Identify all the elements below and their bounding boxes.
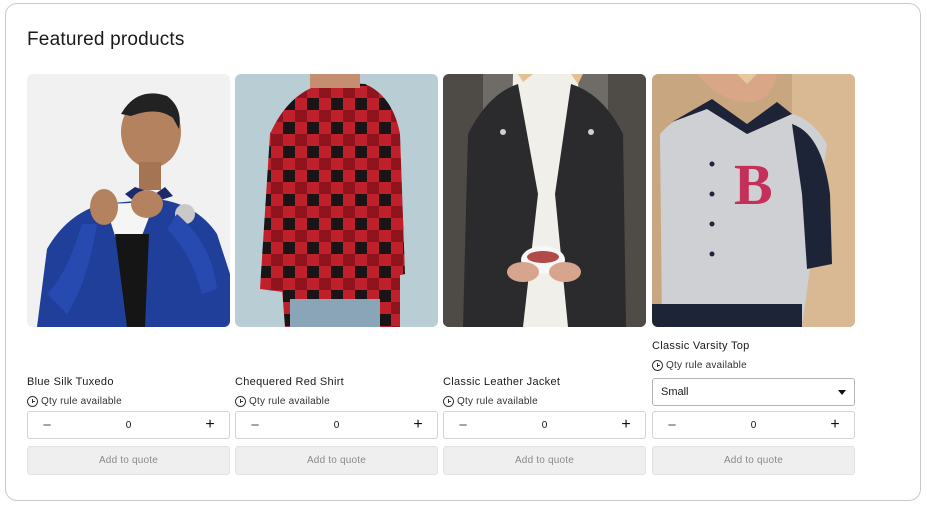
qty-rule-label: Qty rule available	[457, 395, 538, 407]
product-name[interactable]: Chequered Red Shirt	[235, 376, 438, 390]
qty-rule-indicator[interactable]: Qty rule available	[27, 395, 230, 407]
quantity-stepper: − 0 +	[443, 411, 646, 439]
svg-text:B: B	[734, 152, 773, 217]
increment-button[interactable]: +	[191, 412, 229, 438]
clock-icon	[235, 395, 246, 407]
variant-select[interactable]: Small	[652, 378, 855, 406]
increment-button[interactable]: +	[816, 412, 854, 438]
increment-button[interactable]: +	[399, 412, 437, 438]
quantity-stepper: − 0 +	[652, 411, 855, 439]
product-name[interactable]: Classic Varsity Top	[652, 340, 855, 354]
featured-products-panel: Featured products Blue Silk Tuxedo Qty r…	[5, 3, 921, 501]
qty-rule-label: Qty rule available	[41, 395, 122, 407]
product-image-blue-silk-tuxedo[interactable]	[27, 74, 230, 327]
product-name[interactable]: Classic Leather Jacket	[443, 376, 646, 390]
decrement-button[interactable]: −	[653, 412, 691, 438]
variant-select-value: Small	[661, 386, 689, 398]
qty-rule-label: Qty rule available	[666, 359, 747, 371]
product-card: B Classic Varsity Top Qty rule available…	[652, 74, 855, 478]
quantity-input[interactable]: 0	[334, 420, 340, 431]
quantity-stepper: − 0 +	[235, 411, 438, 439]
quantity-input[interactable]: 0	[126, 420, 132, 431]
product-info: Classic Leather Jacket Qty rule availabl…	[443, 376, 646, 407]
product-card: Blue Silk Tuxedo Qty rule available − 0 …	[27, 74, 230, 478]
quantity-stepper: − 0 +	[27, 411, 230, 439]
add-to-quote-button[interactable]: Add to quote	[652, 446, 855, 475]
clock-icon	[27, 395, 38, 407]
chevron-down-icon	[838, 389, 846, 395]
decrement-button[interactable]: −	[444, 412, 482, 438]
add-to-quote-button[interactable]: Add to quote	[235, 446, 438, 475]
qty-rule-label: Qty rule available	[249, 395, 330, 407]
product-image-classic-varsity-top[interactable]: B	[652, 74, 855, 327]
add-to-quote-button[interactable]: Add to quote	[443, 446, 646, 475]
decrement-button[interactable]: −	[28, 412, 66, 438]
qty-rule-indicator[interactable]: Qty rule available	[652, 359, 855, 371]
qty-rule-indicator[interactable]: Qty rule available	[235, 395, 438, 407]
increment-button[interactable]: +	[607, 412, 645, 438]
quantity-input[interactable]: 0	[751, 420, 757, 431]
section-title: Featured products	[27, 29, 185, 50]
clock-icon	[443, 395, 454, 407]
product-name[interactable]: Blue Silk Tuxedo	[27, 376, 230, 390]
product-info: Blue Silk Tuxedo Qty rule available	[27, 376, 230, 407]
product-card: Chequered Red Shirt Qty rule available −…	[235, 74, 438, 478]
qty-rule-indicator[interactable]: Qty rule available	[443, 395, 646, 407]
clock-icon	[652, 359, 663, 371]
quantity-input[interactable]: 0	[542, 420, 548, 431]
product-info: Classic Varsity Top Qty rule available S…	[652, 340, 855, 406]
product-card: Classic Leather Jacket Qty rule availabl…	[443, 74, 646, 478]
product-image-chequered-red-shirt[interactable]	[235, 74, 438, 327]
decrement-button[interactable]: −	[236, 412, 274, 438]
product-image-classic-leather-jacket[interactable]	[443, 74, 646, 327]
product-info: Chequered Red Shirt Qty rule available	[235, 376, 438, 407]
add-to-quote-button[interactable]: Add to quote	[27, 446, 230, 475]
